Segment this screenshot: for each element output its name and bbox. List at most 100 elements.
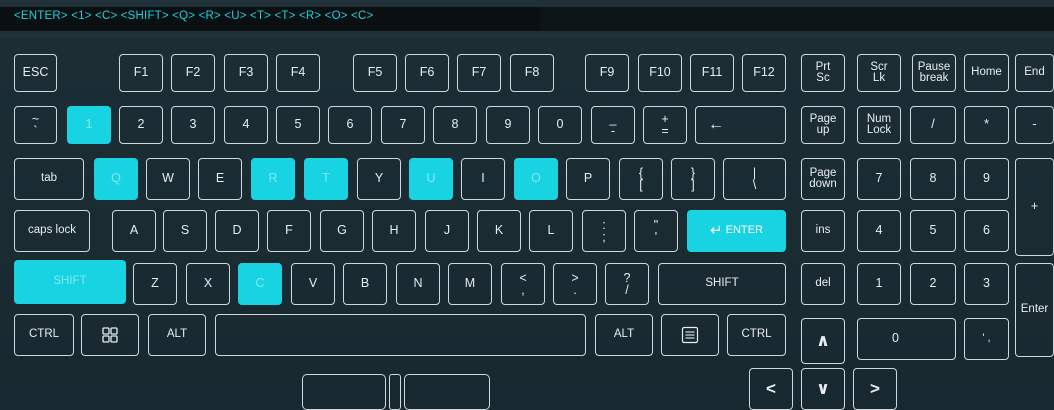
key-p[interactable]: P	[566, 158, 610, 200]
key-arrow-right[interactable]: >	[853, 368, 897, 410]
key-backspace[interactable]: ←	[695, 106, 786, 144]
key-arrow-left[interactable]: <	[749, 368, 793, 410]
key-s[interactable]: S	[163, 210, 207, 252]
key-numpad-decimal[interactable]: ' ,	[964, 318, 1009, 360]
key-numpad-7[interactable]: 7	[857, 158, 901, 200]
key-a[interactable]: A	[112, 210, 156, 252]
key-z[interactable]: Z	[133, 263, 177, 305]
key-left-shift[interactable]: SHIFT	[14, 260, 126, 304]
key-caps-lock[interactable]: caps lock	[14, 210, 90, 252]
key-5[interactable]: 5	[276, 106, 320, 144]
key-num-lock[interactable]: Num Lock	[857, 106, 901, 144]
key-f2[interactable]: F2	[171, 54, 215, 92]
key-f3[interactable]: F3	[224, 54, 268, 92]
key-h[interactable]: H	[372, 210, 416, 252]
key-numpad-0[interactable]: 0	[857, 318, 956, 360]
key-c[interactable]: C	[238, 263, 282, 305]
key-comma[interactable]: <,	[501, 263, 545, 305]
key-x[interactable]: X	[186, 263, 230, 305]
key-right-bracket[interactable]: }]	[671, 158, 715, 200]
key-o[interactable]: O	[514, 158, 558, 200]
key-equals[interactable]: + =	[643, 106, 687, 144]
key-f4[interactable]: F4	[276, 54, 320, 92]
key-numpad-divide[interactable]: /	[910, 106, 956, 144]
key-3[interactable]: 3	[171, 106, 215, 144]
key-numpad-enter[interactable]: Enter	[1015, 263, 1054, 357]
key-numpad-8[interactable]: 8	[910, 158, 956, 200]
key-g[interactable]: G	[320, 210, 364, 252]
key-pause-break[interactable]: Pause break	[912, 54, 956, 92]
key-numpad-subtract[interactable]: -	[1015, 106, 1054, 144]
key-numpad-multiply[interactable]: *	[964, 106, 1009, 144]
key-left-ctrl[interactable]: CTRL	[14, 314, 74, 356]
key-home[interactable]: Home	[964, 54, 1009, 92]
key-u[interactable]: U	[409, 158, 453, 200]
key-delete[interactable]: del	[801, 263, 845, 305]
key-enter[interactable]: ↵ ENTER	[687, 210, 786, 252]
key-f7[interactable]: F7	[457, 54, 501, 92]
key-d[interactable]: D	[215, 210, 259, 252]
key-i[interactable]: I	[461, 158, 505, 200]
touchpad-middle-button[interactable]	[389, 374, 401, 410]
key-8[interactable]: 8	[433, 106, 477, 144]
key-7[interactable]: 7	[381, 106, 425, 144]
key-9[interactable]: 9	[486, 106, 530, 144]
key-0[interactable]: 0	[538, 106, 582, 144]
key-space[interactable]	[215, 314, 586, 356]
key-j[interactable]: J	[425, 210, 469, 252]
key-left-alt[interactable]: ALT	[148, 314, 206, 356]
key-t[interactable]: T	[304, 158, 348, 200]
key-left-bracket[interactable]: {[	[619, 158, 663, 200]
touchpad-left-button[interactable]	[302, 374, 386, 410]
key-f8[interactable]: F8	[510, 54, 554, 92]
key-slash[interactable]: ? /	[605, 263, 649, 305]
key-right-alt[interactable]: ALT	[595, 314, 653, 356]
key-period[interactable]: >.	[553, 263, 597, 305]
key-arrow-down[interactable]: ∨	[801, 368, 845, 410]
key-r[interactable]: R	[251, 158, 295, 200]
key-v[interactable]: V	[291, 263, 335, 305]
key-f10[interactable]: F10	[638, 54, 682, 92]
key-f5[interactable]: F5	[353, 54, 397, 92]
key-e[interactable]: E	[198, 158, 242, 200]
key-numpad-6[interactable]: 6	[964, 210, 1009, 252]
key-q[interactable]: Q	[94, 158, 138, 200]
key-numpad-1[interactable]: 1	[857, 263, 901, 305]
key-b[interactable]: B	[343, 263, 387, 305]
key-numpad-4[interactable]: 4	[857, 210, 901, 252]
key-n[interactable]: N	[396, 263, 440, 305]
key-4[interactable]: 4	[224, 106, 268, 144]
touchpad-right-button[interactable]	[404, 374, 490, 410]
key-numpad-add[interactable]: +	[1015, 158, 1054, 256]
key-tilde[interactable]: ~ `	[14, 106, 57, 144]
key-page-down[interactable]: Page down	[801, 158, 845, 200]
key-scroll-lock[interactable]: Scr Lk	[857, 54, 901, 92]
key-k[interactable]: K	[477, 210, 521, 252]
key-backslash[interactable]: | \	[723, 158, 786, 200]
key-right-ctrl[interactable]: CTRL	[727, 314, 786, 356]
key-end[interactable]: End	[1015, 54, 1054, 92]
key-l[interactable]: L	[529, 210, 573, 252]
key-context-menu[interactable]	[661, 314, 719, 356]
key-f9[interactable]: F9	[585, 54, 629, 92]
key-numpad-2[interactable]: 2	[910, 263, 956, 305]
key-print-screen[interactable]: Prt Sc	[801, 54, 845, 92]
key-y[interactable]: Y	[357, 158, 401, 200]
key-2[interactable]: 2	[119, 106, 163, 144]
key-numpad-3[interactable]: 3	[964, 263, 1009, 305]
key-quote[interactable]: " '	[634, 210, 678, 252]
key-minus[interactable]: _ -	[591, 106, 635, 144]
key-numpad-9[interactable]: 9	[964, 158, 1009, 200]
key-esc[interactable]: ESC	[14, 54, 57, 92]
key-arrow-up[interactable]: ∧	[801, 318, 845, 364]
key-f6[interactable]: F6	[405, 54, 449, 92]
key-6[interactable]: 6	[328, 106, 372, 144]
key-f[interactable]: F	[267, 210, 311, 252]
key-semicolon[interactable]: :;	[582, 210, 626, 252]
key-w[interactable]: W	[146, 158, 190, 200]
key-f11[interactable]: F11	[690, 54, 734, 92]
key-insert[interactable]: ins	[801, 210, 845, 252]
key-numpad-5[interactable]: 5	[910, 210, 956, 252]
key-page-up[interactable]: Page up	[801, 106, 845, 144]
key-windows[interactable]	[81, 314, 139, 356]
